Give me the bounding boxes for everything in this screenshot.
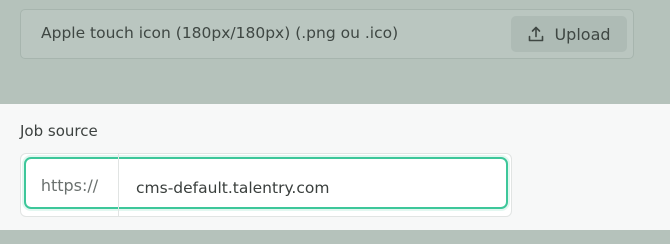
upload-button[interactable]: Upload (511, 16, 627, 52)
url-prefix: https:// (21, 154, 119, 216)
apple-touch-icon-upload-row: Apple touch icon (180px/180px) (.png ou … (20, 9, 634, 59)
bottom-divider (0, 230, 670, 244)
job-source-section: Job source https:// cms-default.talentry… (0, 104, 670, 230)
upload-section: Apple touch icon (180px/180px) (.png ou … (0, 0, 670, 104)
job-source-field: https:// cms-default.talentry.com (20, 153, 512, 217)
upload-icon (527, 25, 545, 43)
job-source-value[interactable]: cms-default.talentry.com (136, 159, 329, 217)
apple-touch-icon-label: Apple touch icon (180px/180px) (.png ou … (41, 24, 399, 42)
upload-button-label: Upload (554, 24, 611, 44)
settings-page: Apple touch icon (180px/180px) (.png ou … (0, 0, 670, 244)
job-source-label: Job source (20, 122, 98, 140)
